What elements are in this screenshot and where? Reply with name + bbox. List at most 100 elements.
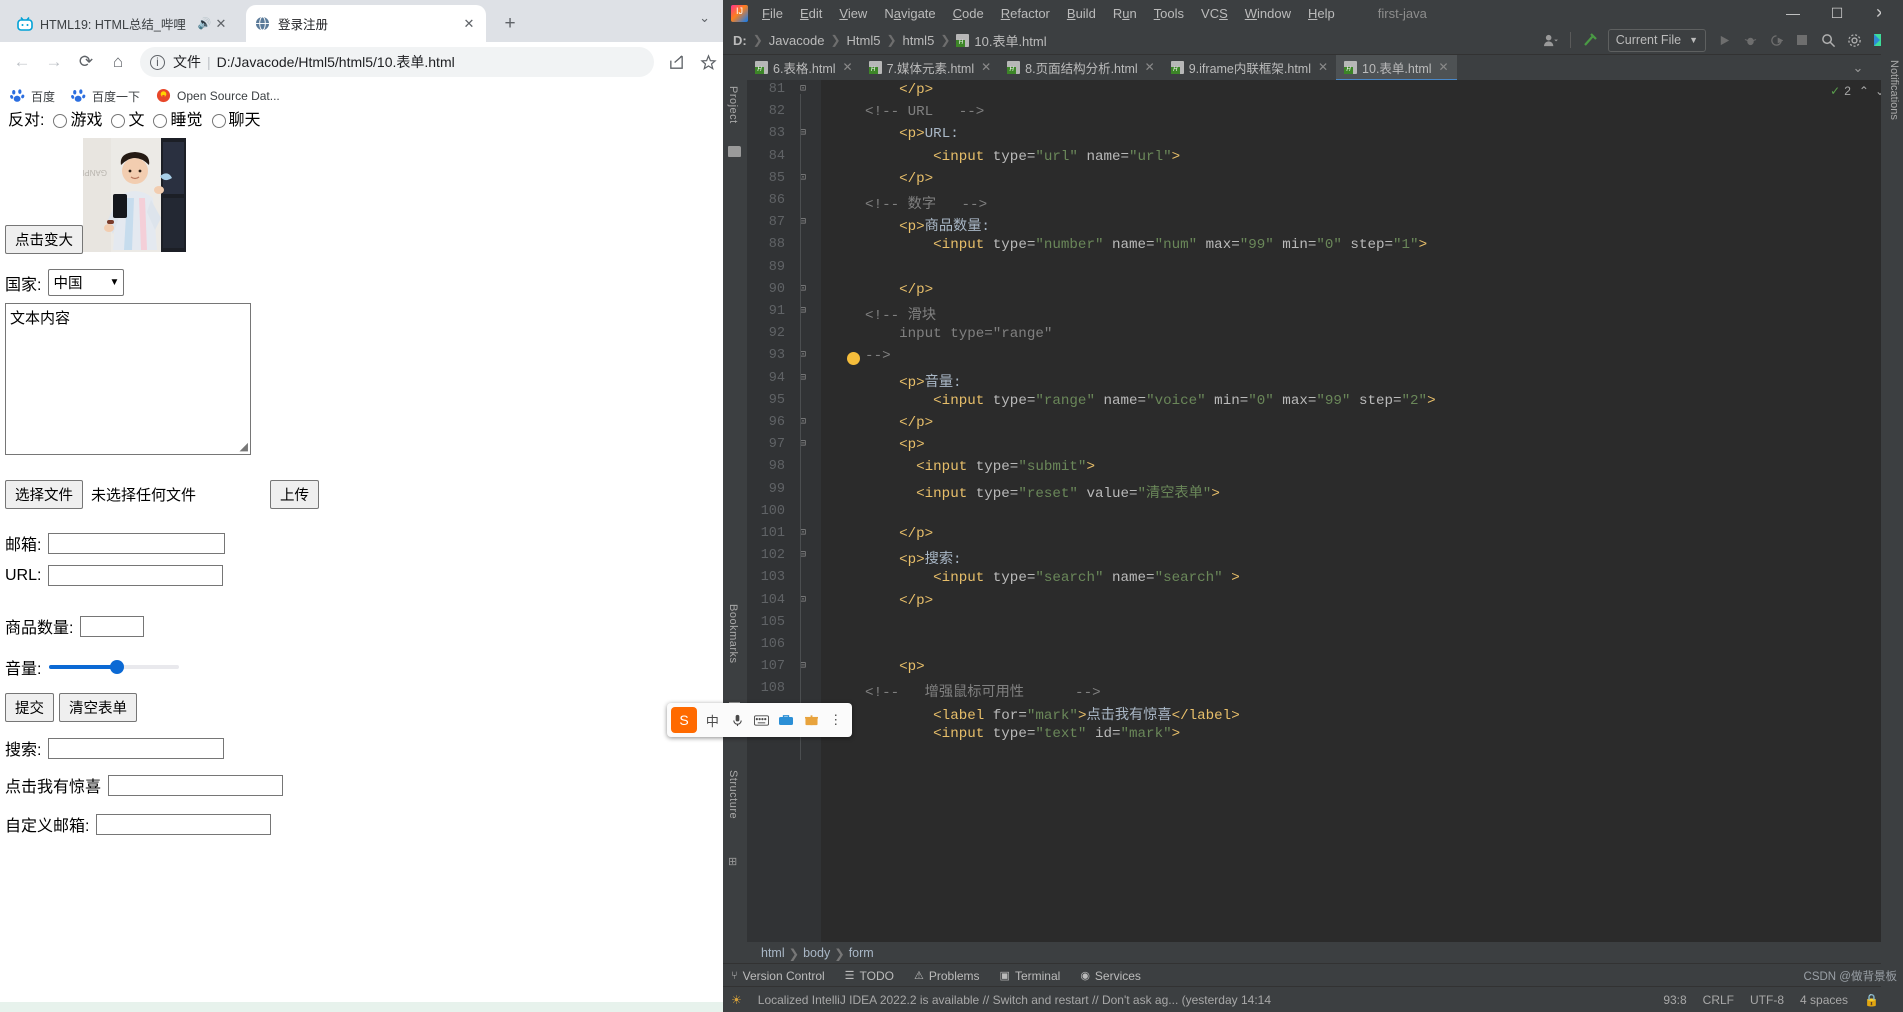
close-icon[interactable]: ✕ (843, 60, 853, 74)
notification-icon[interactable]: ☀ (731, 993, 742, 1007)
menu-file[interactable]: File (762, 6, 783, 21)
maximize-button[interactable]: ☐ (1815, 0, 1859, 26)
editor-tab-8[interactable]: 8.页面结构分析.html ✕ (999, 55, 1163, 81)
code-line[interactable]: <!-- 滑块 (831, 304, 936, 324)
textarea-input[interactable]: 文本内容 ◢ (5, 303, 251, 455)
number-input[interactable] (80, 615, 145, 637)
breadcrumb-html5[interactable]: Html5 (847, 33, 881, 48)
slider-thumb[interactable] (110, 660, 125, 674)
reset-button[interactable]: 清空表单 (59, 693, 137, 722)
coverage-icon[interactable] (1763, 29, 1789, 51)
tab-close-icon[interactable]: ✕ (460, 16, 478, 32)
menu-view[interactable]: View (839, 6, 867, 21)
sidebar-item-project[interactable]: Project (727, 86, 739, 124)
code-line[interactable]: --> (831, 348, 891, 364)
line-separator[interactable]: CRLF (1703, 993, 1734, 1007)
sogou-logo-icon[interactable]: S (671, 707, 697, 733)
code-line[interactable]: <label for="mark">点击我有惊喜</label> (831, 704, 1240, 724)
gift-icon[interactable] (799, 707, 824, 733)
menu-run[interactable]: Run (1113, 6, 1137, 21)
code-text[interactable]: </p> <!-- URL --> <p>URL: <input type="u… (821, 80, 1903, 954)
volume-slider[interactable] (49, 660, 180, 674)
code-line[interactable]: <!-- 增强鼠标可用性 --> (831, 681, 1101, 701)
code-line[interactable]: </p> (831, 593, 933, 609)
code-line[interactable]: </p> (831, 171, 933, 187)
code-line[interactable]: <p>搜索: (831, 548, 961, 568)
keyboard-icon[interactable] (749, 707, 774, 733)
country-select[interactable]: 中国 ▼ (48, 269, 125, 296)
code-line[interactable]: <input type="url" name="url"> (831, 149, 1180, 165)
code-line[interactable]: </p> (831, 282, 933, 298)
code-line[interactable]: </p> (831, 82, 933, 98)
enlarge-image-button[interactable]: 点击变大 (5, 225, 83, 254)
close-icon[interactable]: ✕ (981, 60, 991, 74)
ime-mode-chinese[interactable]: 中 (700, 707, 725, 733)
close-icon[interactable]: ✕ (1145, 60, 1155, 74)
toolwindow-todo[interactable]: ☰ TODO (845, 969, 894, 983)
new-tab-button[interactable]: + (497, 12, 523, 38)
star-icon[interactable] (692, 46, 724, 78)
run-icon[interactable] (1711, 29, 1737, 51)
radio-input[interactable] (153, 113, 168, 128)
menu-tools[interactable]: Tools (1154, 6, 1184, 21)
stop-icon[interactable] (1789, 29, 1815, 51)
breadcrumb-drive[interactable]: D: (733, 33, 747, 48)
code-line[interactable]: <!-- URL --> (831, 104, 984, 120)
custom-email-input[interactable] (96, 813, 272, 835)
radio-input[interactable] (53, 113, 68, 128)
share-icon[interactable] (660, 46, 692, 78)
browser-tab-inactive[interactable]: HTML19: HTML总结_哔哩 🔊 ✕ (8, 5, 238, 42)
email-input[interactable] (48, 532, 226, 554)
code-line[interactable]: <input type="number" name="num" max="99"… (831, 237, 1427, 253)
menu-window[interactable]: Window (1245, 6, 1291, 21)
code-line[interactable]: <input type="search" name="search" > (831, 570, 1240, 586)
choose-file-button[interactable]: 选择文件 (5, 480, 83, 509)
code-line[interactable]: </p> (831, 415, 933, 431)
code-line[interactable]: <input type="text" id="mark"> (831, 726, 1180, 742)
search-icon[interactable] (1815, 29, 1841, 51)
editor-tab-7[interactable]: 7.媒体元素.html ✕ (861, 55, 1000, 81)
chevron-up-icon[interactable]: ⌃ (1859, 84, 1869, 98)
person-photo[interactable]: GANPICM (83, 138, 186, 252)
settings-icon[interactable] (1841, 29, 1867, 51)
close-icon[interactable]: ✕ (1318, 60, 1328, 74)
address-bar[interactable]: i 文件 | D:/Javacode/Html5/html5/10.表单.htm… (140, 47, 654, 77)
sidebar-item-structure[interactable]: Structure (727, 770, 739, 819)
code-line[interactable]: <!-- 数字 --> (831, 193, 987, 213)
breadcrumb-file[interactable]: 10.表单.html (956, 31, 1047, 50)
home-button[interactable]: ⌂ (102, 46, 134, 78)
breadcrumb-html5-folder[interactable]: html5 (903, 33, 935, 48)
reload-button[interactable]: ⟳ (70, 46, 102, 78)
bookmark-item[interactable]: 百度一下 (71, 88, 140, 105)
code-editor[interactable]: 81 ⊡ 82 83 ⊟ 84 85 ⊡ 86 87 ⊟ 88 89 90 ⊡ 91 ⊟ 92 93 ⊡ 94 ⊟ 95 96… (747, 80, 1903, 954)
breadcrumb-html[interactable]: html (761, 946, 785, 960)
code-line[interactable]: <input type="reset" value="清空表单"> (831, 482, 1220, 502)
breadcrumb-javacode[interactable]: Javacode (769, 33, 825, 48)
sidebar-item-notifications[interactable]: Notifications (1888, 60, 1900, 120)
caret-position[interactable]: 93:8 (1663, 993, 1686, 1007)
code-line[interactable]: <input type="submit"> (831, 459, 1095, 475)
user-icon[interactable] (1538, 29, 1564, 51)
code-line[interactable]: <p>URL: (831, 126, 959, 142)
upload-button[interactable]: 上传 (270, 480, 319, 509)
sidebar-item-bookmarks[interactable]: Bookmarks (727, 604, 739, 664)
code-line[interactable]: <p> (831, 659, 925, 675)
status-message[interactable]: Localized IntelliJ IDEA 2022.2 is availa… (758, 993, 1271, 1007)
mark-input[interactable] (108, 774, 284, 796)
run-configuration-selector[interactable]: Current File ▼ (1607, 28, 1706, 52)
debug-icon[interactable] (1737, 29, 1763, 51)
url-input[interactable] (48, 565, 224, 586)
more-options-icon[interactable]: ⋮ (823, 707, 848, 733)
menu-refactor[interactable]: Refactor (1001, 6, 1050, 21)
code-line[interactable]: <p>音量: (831, 371, 961, 391)
browser-tab-active[interactable]: 登录注册 ✕ (246, 5, 486, 42)
menu-help[interactable]: Help (1308, 6, 1335, 21)
breadcrumb-body[interactable]: body (803, 946, 830, 960)
site-info-icon[interactable]: i (150, 54, 165, 70)
search-input[interactable] (48, 737, 225, 759)
chevron-down-icon[interactable]: ⌄ (1845, 57, 1871, 79)
resize-grip-icon[interactable]: ◢ (240, 440, 248, 453)
radio-input[interactable] (111, 113, 126, 128)
menu-navigate[interactable]: Navigate (884, 6, 935, 21)
menu-build[interactable]: Build (1067, 6, 1096, 21)
